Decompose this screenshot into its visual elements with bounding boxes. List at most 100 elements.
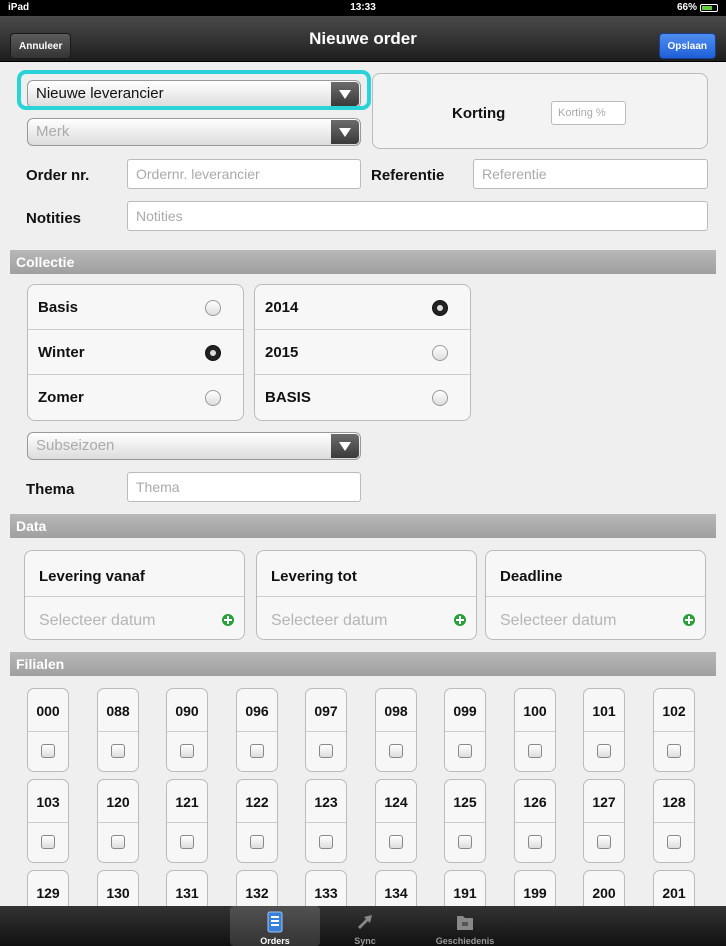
collection-option-2015[interactable]: 2015 [255, 330, 470, 375]
option-label: Winter [38, 344, 85, 361]
navigation-bar: Annuleer Nieuwe order Opslaan [0, 16, 726, 62]
filiaal-code: 122 [245, 794, 269, 810]
add-icon[interactable] [683, 614, 695, 626]
filiaal-098[interactable]: 098 [375, 688, 417, 772]
status-bar: iPad 13:33 66% [0, 0, 726, 16]
filiaal-checkbox[interactable] [180, 835, 194, 849]
filiaal-121[interactable]: 121 [166, 779, 208, 863]
filiaal-code: 088 [106, 703, 130, 719]
filiaal-code: 128 [662, 794, 686, 810]
filiaal-checkbox[interactable] [319, 744, 333, 758]
filiaal-checkbox[interactable] [389, 835, 403, 849]
filiaal-000[interactable]: 000 [27, 688, 69, 772]
radio-button[interactable] [432, 345, 448, 361]
filiaal-code: 126 [523, 794, 547, 810]
filiaal-checkbox[interactable] [667, 744, 681, 758]
filiaal-127[interactable]: 127 [583, 779, 625, 863]
section-collectie: Collectie [10, 250, 716, 274]
order-number-input[interactable]: Ordernr. leverancier [127, 159, 361, 189]
tab-geschiedenis[interactable]: Geschiedenis [420, 906, 510, 946]
collection-option-winter[interactable]: Winter [28, 330, 243, 375]
section-data: Data [10, 514, 716, 538]
filiaal-checkbox[interactable] [319, 835, 333, 849]
filiaal-checkbox[interactable] [41, 744, 55, 758]
discount-input[interactable]: Korting % [551, 101, 626, 125]
order-number-label: Order nr. [26, 167, 90, 184]
add-icon[interactable] [222, 614, 234, 626]
filiaal-checkbox[interactable] [180, 744, 194, 758]
collection-group-right: 2014 2015 BASIS [254, 284, 471, 421]
filiaal-checkbox[interactable] [597, 744, 611, 758]
date-label: Levering tot [271, 568, 357, 585]
filiaal-checkbox[interactable] [458, 835, 472, 849]
battery-icon [700, 3, 718, 12]
filiaal-checkbox[interactable] [597, 835, 611, 849]
date-deadline[interactable]: Deadline Selecteer datum [485, 550, 706, 640]
filiaal-checkbox[interactable] [41, 835, 55, 849]
radio-button-selected[interactable] [432, 300, 448, 316]
option-label: BASIS [265, 389, 311, 406]
filiaal-code: 124 [384, 794, 408, 810]
filiaal-checkbox[interactable] [458, 744, 472, 758]
filiaal-code: 134 [384, 885, 408, 901]
save-button[interactable]: Opslaan [658, 33, 716, 59]
notes-input[interactable]: Notities [127, 201, 708, 231]
filiaal-097[interactable]: 097 [305, 688, 347, 772]
filiaal-checkbox[interactable] [250, 744, 264, 758]
filiaal-checkbox[interactable] [111, 744, 125, 758]
filiaal-code: 191 [453, 885, 477, 901]
radio-button[interactable] [205, 300, 221, 316]
subseason-dropdown[interactable]: Subseizoen [27, 432, 361, 460]
add-icon[interactable] [454, 614, 466, 626]
tab-label: Orders [260, 936, 290, 946]
filiaal-128[interactable]: 128 [653, 779, 695, 863]
filiaal-101[interactable]: 101 [583, 688, 625, 772]
filiaal-120[interactable]: 120 [97, 779, 139, 863]
filiaal-code: 129 [36, 885, 60, 901]
theme-label: Thema [26, 481, 75, 498]
radio-button[interactable] [205, 390, 221, 406]
filiaal-123[interactable]: 123 [305, 779, 347, 863]
filiaal-126[interactable]: 126 [514, 779, 556, 863]
filiaal-090[interactable]: 090 [166, 688, 208, 772]
filiaal-checkbox[interactable] [389, 744, 403, 758]
theme-input[interactable]: Thema [127, 472, 361, 502]
date-value[interactable]: Selecteer datum [39, 612, 156, 630]
tab-orders[interactable]: Orders [230, 906, 320, 946]
radio-button-selected[interactable] [205, 345, 221, 361]
filiaal-125[interactable]: 125 [444, 779, 486, 863]
filiaal-103[interactable]: 103 [27, 779, 69, 863]
collection-option-2014[interactable]: 2014 [255, 285, 470, 330]
brand-dropdown[interactable]: Merk [27, 118, 361, 146]
filiaal-checkbox[interactable] [528, 744, 542, 758]
filiaal-088[interactable]: 088 [97, 688, 139, 772]
date-levering-tot[interactable]: Levering tot Selecteer datum [256, 550, 477, 640]
tab-bar: Orders Sync Geschiedenis [0, 906, 726, 946]
filiaal-096[interactable]: 096 [236, 688, 278, 772]
date-value[interactable]: Selecteer datum [271, 612, 388, 630]
collection-option-basis[interactable]: Basis [28, 285, 243, 330]
filiaal-code: 101 [592, 703, 616, 719]
orders-icon [267, 911, 283, 933]
filiaal-checkbox[interactable] [528, 835, 542, 849]
filiaal-099[interactable]: 099 [444, 688, 486, 772]
filiaal-100[interactable]: 100 [514, 688, 556, 772]
filiaal-checkbox[interactable] [111, 835, 125, 849]
filiaal-checkbox[interactable] [250, 835, 264, 849]
filiaal-122[interactable]: 122 [236, 779, 278, 863]
date-levering-vanaf[interactable]: Levering vanaf Selecteer datum [24, 550, 245, 640]
option-label: 2014 [265, 299, 299, 316]
collection-option-zomer[interactable]: Zomer [28, 375, 243, 420]
tab-sync[interactable]: Sync [320, 906, 410, 946]
radio-button[interactable] [432, 390, 448, 406]
reference-input[interactable]: Referentie [473, 159, 708, 189]
filiaal-124[interactable]: 124 [375, 779, 417, 863]
collection-option-basis-upper[interactable]: BASIS [255, 375, 470, 420]
battery-indicator: 66% [677, 2, 718, 13]
filiaal-checkbox[interactable] [667, 835, 681, 849]
filiaal-code: 133 [314, 885, 338, 901]
filiaal-code: 131 [175, 885, 199, 901]
filiaal-code: 130 [106, 885, 130, 901]
filiaal-102[interactable]: 102 [653, 688, 695, 772]
date-value[interactable]: Selecteer datum [500, 612, 617, 630]
